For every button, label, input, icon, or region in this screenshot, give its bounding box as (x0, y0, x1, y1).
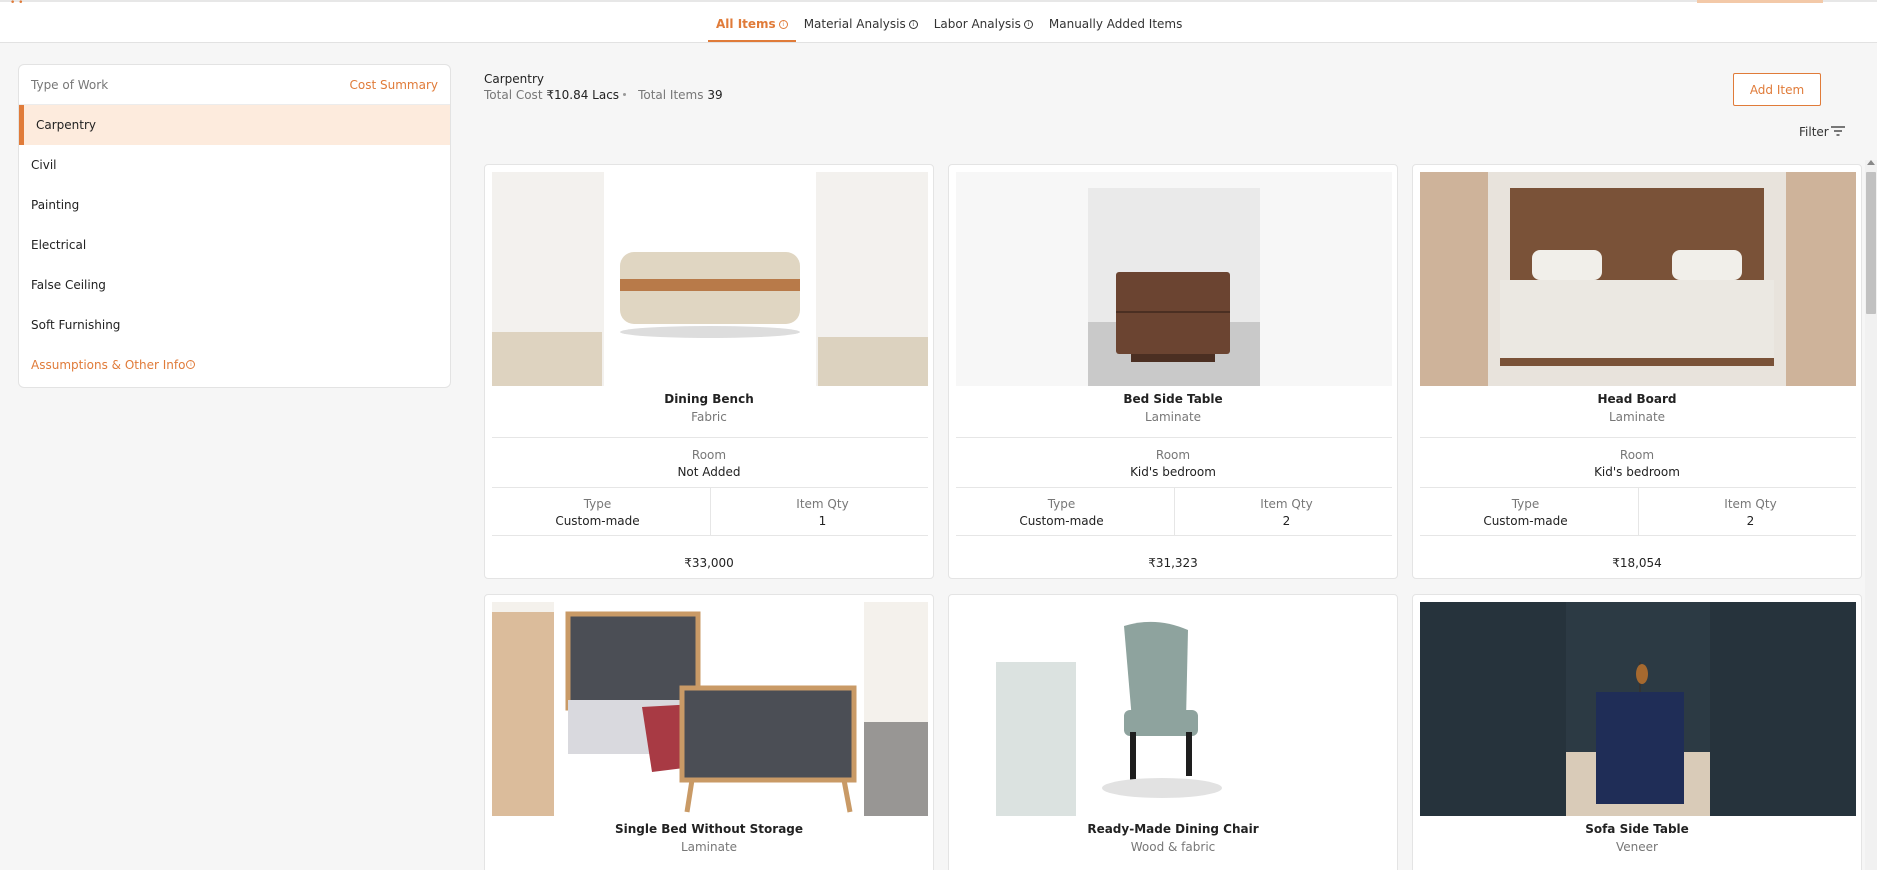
product-image (956, 602, 1392, 816)
category-title: Carpentry (484, 72, 545, 86)
type-value: Custom-made (555, 514, 640, 528)
type-label: Type (1511, 497, 1540, 511)
type-label: Type (1047, 497, 1076, 511)
item-material: Laminate (1608, 410, 1666, 424)
room-label: Room (691, 448, 727, 462)
room-label: Room (1619, 448, 1655, 462)
tab-manually-added-items[interactable]: Manually Added Items (1041, 2, 1190, 42)
total-cost-value: ₹10.84 Lacs (546, 88, 620, 102)
item-material: Laminate (1144, 410, 1202, 424)
info-icon[interactable]: i (1023, 20, 1033, 29)
room-label: Room (1155, 448, 1191, 462)
tab-bar: All Items i Material Analysis i Labor Anal… (708, 2, 1190, 45)
item-name: Single Bed Without Storage (614, 822, 804, 836)
scroll-up-arrow-icon[interactable] (1867, 160, 1875, 165)
info-icon[interactable]: i (186, 360, 196, 369)
tab-label: All Items (716, 17, 776, 31)
separator-dot (623, 93, 627, 96)
room-value: Kid's bedroom (1130, 465, 1216, 479)
sidebar-item-carpentry[interactable]: Carpentry (19, 105, 450, 145)
top-nav-bar: • • All Items i Material Analysis i Labor … (0, 0, 1877, 43)
total-cost-label: Total Cost (484, 88, 543, 102)
tab-all-items[interactable]: All Items i (708, 2, 796, 42)
tab-label: Material Analysis (803, 17, 906, 31)
type-label: Type (583, 497, 612, 511)
item-name: Head Board (1597, 392, 1677, 406)
top-left-fragment: • • (10, 0, 24, 8)
item-card[interactable]: Single Bed Without Storage Laminate (484, 594, 934, 870)
divider (956, 437, 1392, 438)
type-value: Custom-made (1019, 514, 1104, 528)
sidebar-item-painting[interactable]: Painting (19, 185, 450, 225)
scrollbar-thumb[interactable] (1866, 172, 1876, 314)
product-image (956, 172, 1392, 386)
filter-label: Filter (1799, 125, 1829, 139)
info-icon[interactable]: i (908, 20, 918, 29)
qty-value: 2 (1282, 514, 1291, 528)
sidebar-item-electrical[interactable]: Electrical (19, 225, 450, 265)
divider (956, 535, 1392, 536)
room-value: Kid's bedroom (1594, 465, 1680, 479)
item-name: Dining Bench (664, 392, 754, 406)
sidebar-item-false-ceiling[interactable]: False Ceiling (19, 265, 450, 305)
tab-label: Labor Analysis (933, 17, 1021, 31)
qty-label: Item Qty (1724, 497, 1777, 511)
item-name: Ready-Made Dining Chair (1087, 822, 1259, 836)
filter-icon (1830, 126, 1845, 136)
tab-label: Manually Added Items (1048, 17, 1183, 31)
divider (1420, 535, 1856, 536)
qty-value: 2 (1746, 514, 1755, 528)
item-price: ₹33,000 (684, 556, 734, 570)
category-summary: Carpentry Total Cost ₹10.84 Lacs Total It… (484, 72, 723, 102)
assumptions-link[interactable]: Assumptions & Other Info i (19, 345, 450, 385)
sidebar-title: Type of Work (31, 77, 109, 92)
product-image (492, 602, 928, 816)
add-item-button[interactable]: Add Item (1733, 73, 1821, 106)
sidebar-item-civil[interactable]: Civil (19, 145, 450, 185)
item-card[interactable]: Bed Side Table Laminate Room Kid's bedro… (948, 164, 1398, 579)
filter-button[interactable]: Filter (1799, 125, 1845, 139)
item-card[interactable]: Dining Bench Fabric Room Not Added Type … (484, 164, 934, 579)
qty-label: Item Qty (1260, 497, 1313, 511)
tab-material-analysis[interactable]: Material Analysis i (796, 2, 926, 42)
item-material: Wood & fabric (1130, 840, 1216, 854)
item-name: Bed Side Table (1123, 392, 1223, 406)
item-price: ₹31,323 (1148, 556, 1198, 570)
item-card[interactable]: Sofa Side Table Veneer (1412, 594, 1862, 870)
divider (492, 437, 928, 438)
product-image (1420, 172, 1856, 386)
sidebar-item-soft-furnishing[interactable]: Soft Furnishing (19, 305, 450, 345)
divider (492, 535, 928, 536)
sidebar-header: Type of Work Cost Summary (19, 65, 450, 105)
room-value: Not Added (677, 465, 741, 479)
total-items-label: Total Items (638, 88, 704, 102)
divider (1420, 437, 1856, 438)
item-price: ₹18,054 (1612, 556, 1662, 570)
qty-label: Item Qty (796, 497, 849, 511)
item-material: Veneer (1616, 840, 1658, 854)
product-image (1420, 602, 1856, 816)
type-value: Custom-made (1483, 514, 1568, 528)
top-right-accent (1697, 0, 1823, 3)
item-card[interactable]: Head Board Laminate Room Kid's bedroom T… (1412, 164, 1862, 579)
type-of-work-sidebar: Type of Work Cost Summary Carpentry Civi… (18, 64, 451, 388)
item-name: Sofa Side Table (1585, 822, 1689, 836)
info-icon[interactable]: i (778, 20, 788, 29)
tab-labor-analysis[interactable]: Labor Analysis i (926, 2, 1041, 42)
item-card[interactable]: Ready-Made Dining Chair Wood & fabric (948, 594, 1398, 870)
assumptions-label: Assumptions & Other Info (31, 358, 186, 372)
total-items-value: 39 (707, 88, 723, 102)
summary-meta: Total Cost ₹10.84 Lacs Total Items 39 (484, 88, 723, 102)
cost-summary-link[interactable]: Cost Summary (350, 78, 438, 92)
product-image (492, 172, 928, 386)
item-material: Fabric (691, 410, 727, 424)
item-material: Laminate (680, 840, 738, 854)
qty-value: 1 (818, 514, 827, 528)
